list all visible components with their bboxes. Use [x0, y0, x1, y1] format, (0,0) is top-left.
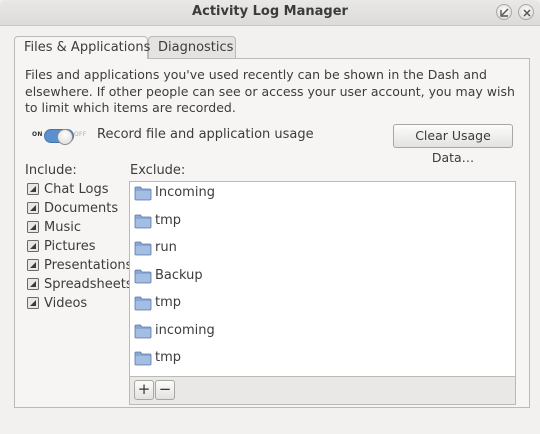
- include-item-label: Chat Logs: [44, 182, 109, 197]
- file-type-icon: [27, 278, 39, 290]
- minimize-icon: [500, 8, 509, 17]
- include-header: Include:: [25, 163, 77, 178]
- include-item-chat-logs[interactable]: Chat Logs: [27, 181, 127, 200]
- include-item-spreadsheets[interactable]: Spreadsheets: [27, 276, 133, 295]
- include-item-label: Spreadsheets: [44, 277, 133, 292]
- record-usage-switch[interactable]: ON OFF: [32, 129, 87, 145]
- include-item-label: Presentations: [44, 258, 133, 273]
- folder-icon: [134, 269, 152, 283]
- titlebar: Activity Log Manager: [0, 0, 540, 26]
- file-type-icon: [27, 183, 39, 195]
- include-item-label: Pictures: [44, 239, 96, 254]
- add-exclusion-button[interactable]: +: [134, 380, 154, 400]
- folder-icon: [134, 351, 152, 366]
- close-icon: [523, 9, 531, 17]
- tab-diagnostics[interactable]: Diagnostics: [148, 36, 236, 58]
- description-text: Files and applications you've used recen…: [25, 67, 515, 115]
- folder-icon: [134, 324, 152, 338]
- include-item-presentations[interactable]: Presentations: [27, 257, 132, 276]
- record-usage-label: Record file and application usage: [97, 127, 314, 142]
- exclude-toolbar: + −: [129, 377, 516, 405]
- remove-exclusion-button[interactable]: −: [155, 380, 175, 400]
- exclude-header: Exclude:: [130, 163, 186, 178]
- folder-icon: [134, 186, 152, 201]
- file-type-icon: [27, 259, 39, 271]
- folder-icon: [134, 296, 152, 311]
- include-list: Chat Logs Documents Music Pictures Prese…: [27, 181, 133, 314]
- activity-log-manager-window: Activity Log Manager Files & Application…: [0, 0, 540, 434]
- exclude-item[interactable]: Backup: [130, 265, 515, 293]
- exclude-item[interactable]: tmp: [130, 347, 515, 375]
- tab-files-applications[interactable]: Files & Applications: [14, 36, 150, 59]
- exclude-item[interactable]: tmp: [130, 292, 515, 320]
- exclude-list[interactable]: Incoming tmp run Backup tmp incoming tmp: [129, 181, 516, 377]
- window-title: Activity Log Manager: [192, 4, 348, 19]
- switch-on-label: ON: [32, 131, 43, 138]
- exclude-item-label: Backup: [155, 267, 203, 283]
- include-item-label: Music: [44, 220, 81, 235]
- file-type-icon: [27, 221, 39, 233]
- minimize-button[interactable]: [496, 4, 512, 20]
- exclude-item-label: incoming: [155, 322, 215, 338]
- exclude-item-label: Incoming: [155, 185, 215, 200]
- close-button[interactable]: [518, 4, 534, 20]
- include-item-label: Documents: [44, 201, 119, 216]
- folder-icon: [134, 241, 152, 256]
- switch-off-label: OFF: [74, 131, 87, 138]
- exclude-item-label: run: [155, 240, 177, 255]
- include-item-pictures[interactable]: Pictures: [27, 238, 127, 257]
- exclude-item[interactable]: tmp: [130, 210, 515, 238]
- files-applications-panel: Files and applications you've used recen…: [14, 58, 530, 408]
- exclude-item[interactable]: run: [130, 237, 515, 265]
- exclude-item[interactable]: Incoming: [130, 182, 515, 210]
- switch-track: [44, 129, 74, 145]
- file-type-icon: [27, 202, 39, 214]
- exclude-item[interactable]: incoming: [130, 320, 515, 348]
- exclude-item-label: tmp: [155, 350, 182, 365]
- switch-knob[interactable]: [57, 129, 73, 145]
- exclude-item-label: tmp: [155, 212, 182, 228]
- exclude-item-label: tmp: [155, 295, 182, 310]
- include-item-label: Videos: [44, 296, 88, 311]
- folder-icon: [134, 214, 152, 228]
- include-item-documents[interactable]: Documents: [27, 200, 127, 219]
- include-item-music[interactable]: Music: [27, 219, 127, 238]
- clear-usage-data-button[interactable]: Clear Usage Data…: [393, 124, 513, 165]
- include-item-videos[interactable]: Videos: [27, 295, 127, 314]
- file-type-icon: [27, 297, 39, 309]
- file-type-icon: [27, 240, 39, 252]
